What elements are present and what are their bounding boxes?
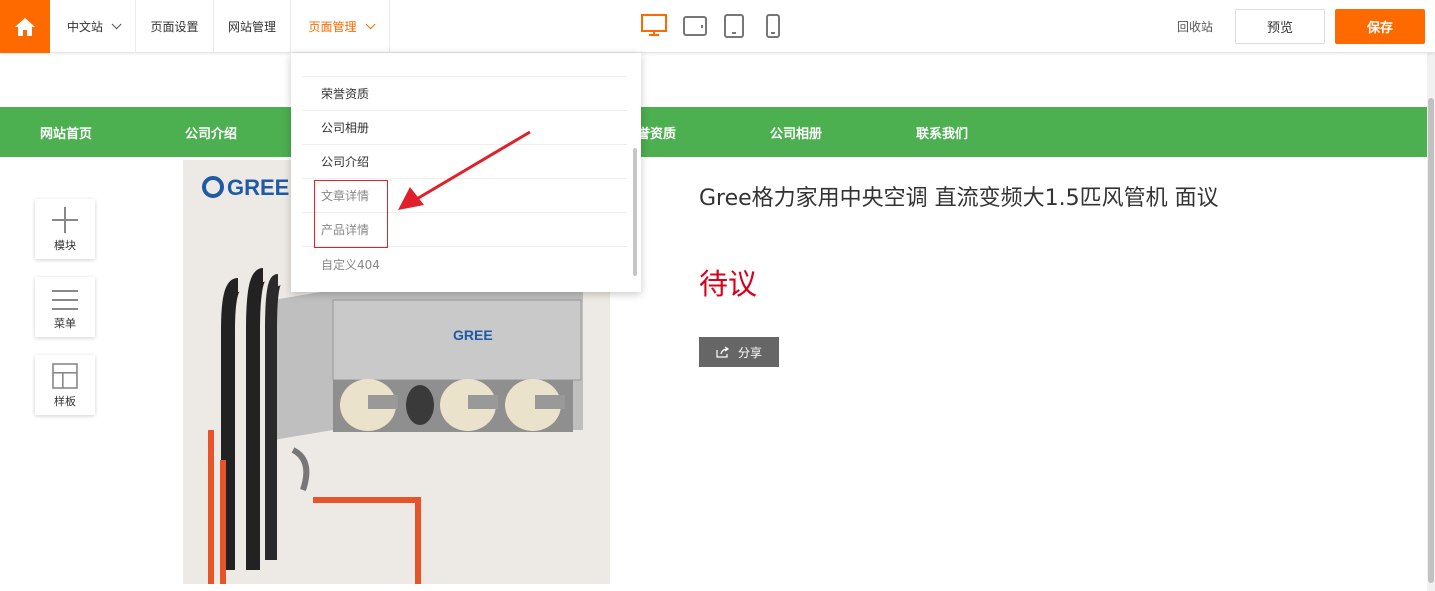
module-tool[interactable]: 模块 <box>35 199 95 259</box>
chevron-down-icon <box>111 19 122 30</box>
dropdown-item-partial[interactable] <box>302 53 627 77</box>
tablet-landscape-icon <box>683 16 707 36</box>
page-management-tab[interactable]: 页面管理 <box>291 0 390 53</box>
site-management-label: 网站管理 <box>227 20 276 34</box>
menu-tool-label: 菜单 <box>54 317 76 330</box>
editor-canvas: 网站首页 公司介绍 誉资质 公司相册 联系我们 模块 菜单 样板 GREE GR… <box>0 53 1427 591</box>
dropdown-item[interactable]: 自定义404 <box>302 247 627 281</box>
page-management-label: 页面管理 <box>308 20 357 34</box>
template-tool-label: 样板 <box>54 395 76 408</box>
canvas-scrollbar-thumb[interactable] <box>1428 98 1434 583</box>
plus-icon <box>52 207 78 233</box>
highlight-box <box>314 180 388 248</box>
mobile-view-button[interactable] <box>762 12 784 40</box>
home-button[interactable] <box>0 0 50 53</box>
template-icon <box>52 363 78 389</box>
tablet-portrait-view-button[interactable] <box>721 12 747 40</box>
preview-button[interactable]: 预览 <box>1235 9 1325 44</box>
recycle-bin-link[interactable]: 回收站 <box>1164 0 1226 53</box>
share-label: 分享 <box>737 345 762 360</box>
module-tool-label: 模块 <box>54 239 76 252</box>
menu-tool[interactable]: 菜单 <box>35 277 95 337</box>
canvas-scrollbar[interactable] <box>1427 53 1435 591</box>
preview-label: 预览 <box>1266 21 1293 36</box>
desktop-icon <box>641 14 667 36</box>
desktop-view-button[interactable] <box>638 12 670 40</box>
share-button[interactable]: 分享 <box>699 337 779 367</box>
site-nav-item[interactable]: 公司相册 <box>770 107 822 157</box>
site-selector-label: 中文站 <box>66 20 103 34</box>
dropdown-item[interactable]: 荣誉资质 <box>302 77 627 111</box>
chevron-down-icon <box>365 19 376 30</box>
page-settings-tab[interactable]: 页面设置 <box>136 0 214 53</box>
product-price: 待议 <box>699 267 758 301</box>
site-navigation-bar: 网站首页 公司介绍 誉资质 公司相册 联系我们 <box>0 107 1427 157</box>
tablet-landscape-view-button[interactable] <box>680 12 710 40</box>
editor-toolbar: 中文站 页面设置 网站管理 页面管理 回收站 预览 保存 <box>0 0 1435 53</box>
svg-text:GREE: GREE <box>453 327 493 343</box>
template-tool[interactable]: 样板 <box>35 355 95 415</box>
site-nav-item[interactable]: 公司介绍 <box>185 107 237 157</box>
save-label: 保存 <box>1366 21 1393 36</box>
annotation-arrow <box>398 130 531 210</box>
site-nav-item[interactable]: 联系我们 <box>916 107 968 157</box>
save-button[interactable]: 保存 <box>1335 9 1425 44</box>
share-icon <box>716 346 730 358</box>
page-settings-label: 页面设置 <box>150 20 199 34</box>
home-icon <box>15 17 35 36</box>
mobile-icon <box>766 14 780 38</box>
site-management-tab[interactable]: 网站管理 <box>214 0 291 53</box>
site-selector[interactable]: 中文站 <box>50 0 136 53</box>
gree-logo: GREE <box>227 175 289 200</box>
tablet-portrait-icon <box>724 14 744 38</box>
site-nav-item[interactable]: 网站首页 <box>40 107 92 157</box>
product-title: Gree格力家用中央空调 直流变频大1.5匹风管机 面议 <box>699 186 1219 211</box>
menu-icon <box>52 290 78 310</box>
site-nav-item[interactable]: 誉资质 <box>637 107 676 157</box>
dropdown-scrollbar[interactable] <box>633 148 637 276</box>
recycle-bin-label: 回收站 <box>1176 20 1213 34</box>
